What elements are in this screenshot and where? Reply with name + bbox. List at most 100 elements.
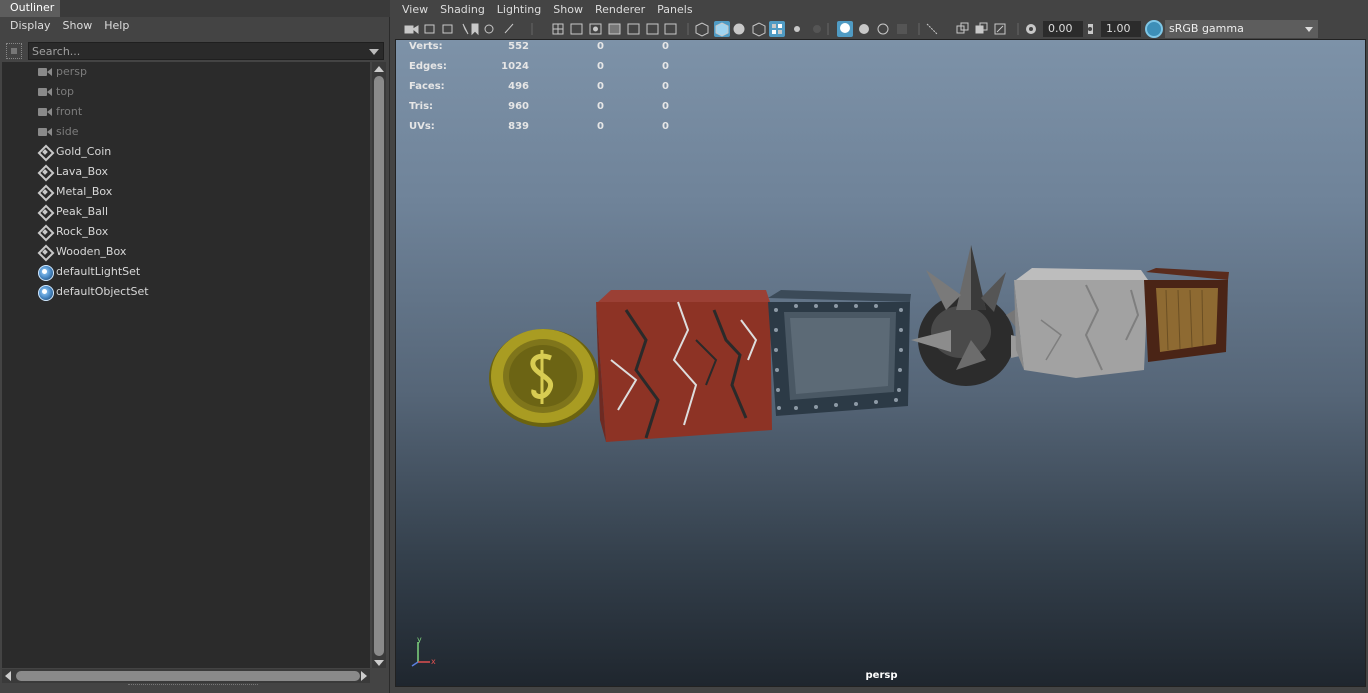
gamma-field[interactable]: 1.00 bbox=[1101, 21, 1141, 37]
menu-display[interactable]: Display bbox=[4, 17, 57, 37]
horizontal-scrollbar[interactable] bbox=[2, 669, 370, 683]
mesh-icon bbox=[38, 146, 52, 158]
menu-renderer[interactable]: Renderer bbox=[589, 0, 651, 19]
wooden-box-object[interactable] bbox=[1144, 268, 1229, 362]
wireframe-on-shaded-icon bbox=[752, 22, 766, 37]
camera-icon bbox=[38, 66, 52, 78]
outliner-item-label: Peak_Ball bbox=[56, 205, 109, 218]
bookmark-camera-icon bbox=[442, 24, 453, 34]
use-all-lights-icon bbox=[794, 26, 800, 32]
mesh-icon bbox=[38, 206, 52, 218]
image-plane-icon bbox=[462, 23, 469, 35]
outliner-item-label: defaultObjectSet bbox=[56, 285, 149, 298]
menu-view[interactable]: View bbox=[396, 0, 434, 19]
camera-icon bbox=[38, 86, 52, 98]
outliner-item-label: Rock_Box bbox=[56, 225, 109, 238]
menu-show[interactable]: Show bbox=[547, 0, 589, 19]
color-management-icon[interactable] bbox=[1145, 20, 1163, 38]
search-input[interactable] bbox=[32, 44, 352, 59]
panel-resize-handle[interactable] bbox=[128, 684, 258, 688]
search-box[interactable] bbox=[28, 42, 384, 60]
isolate-select-icon bbox=[926, 23, 938, 35]
lava-box-object[interactable] bbox=[596, 290, 772, 442]
scrollbar-thumb[interactable] bbox=[16, 671, 360, 681]
scroll-up-icon[interactable] bbox=[374, 66, 384, 72]
outliner-item-lava-box[interactable]: Lava_Box bbox=[2, 162, 370, 182]
outliner-tab[interactable]: Outliner bbox=[0, 0, 60, 17]
wireframe-icon bbox=[695, 22, 709, 37]
shadows-icon bbox=[813, 25, 821, 33]
mesh-icon bbox=[38, 186, 52, 198]
mesh-icon bbox=[38, 226, 52, 238]
outliner-item-side[interactable]: side bbox=[2, 122, 370, 142]
outliner-item-rock-box[interactable]: Rock_Box bbox=[2, 222, 370, 242]
select-camera-icon bbox=[404, 25, 414, 34]
chevron-down-icon[interactable] bbox=[1305, 27, 1313, 32]
outliner-item-default-light-set[interactable]: defaultLightSet bbox=[2, 262, 370, 282]
default-material-icon bbox=[733, 23, 745, 35]
safe-action-icon bbox=[646, 23, 659, 35]
outliner-item-label: Wooden_Box bbox=[56, 245, 127, 258]
scroll-right-icon[interactable] bbox=[361, 671, 367, 681]
film-gate-icon bbox=[570, 23, 583, 35]
outliner-item-label: side bbox=[56, 125, 79, 138]
3d-viewport[interactable]: Verts: 552 0 0 Edges: 1024 0 0 Faces: 49… bbox=[395, 39, 1366, 687]
axis-y-label: y bbox=[417, 636, 422, 644]
grease-pencil-icon bbox=[504, 23, 514, 34]
set-icon bbox=[38, 285, 54, 301]
outliner-item-front[interactable]: front bbox=[2, 102, 370, 122]
field-chart-icon bbox=[627, 23, 640, 35]
gate-mask-icon bbox=[608, 23, 621, 35]
outliner-item-gold-coin[interactable]: Gold_Coin bbox=[2, 142, 370, 162]
outliner-item-label: Lava_Box bbox=[56, 165, 109, 178]
outliner-item-label: top bbox=[56, 85, 75, 98]
menu-shading[interactable]: Shading bbox=[434, 0, 491, 19]
2d-pan-zoom-icon bbox=[484, 24, 494, 34]
outliner-item-label: Metal_Box bbox=[56, 185, 113, 198]
camera-name-label: persp bbox=[865, 670, 898, 681]
viewport-toolbar: 0.00 1.00 sRGB gamma bbox=[392, 19, 1368, 39]
outliner-tree: persp top front side Gold_Coin Lava_Box … bbox=[2, 62, 370, 668]
outliner-item-label: Gold_Coin bbox=[56, 145, 112, 158]
outliner-panel: Outliner Display Show Help persp top fro… bbox=[0, 0, 390, 693]
outliner-item-default-object-set[interactable]: defaultObjectSet bbox=[2, 282, 370, 302]
metal-box-object[interactable] bbox=[768, 290, 911, 416]
filter-icon[interactable] bbox=[6, 43, 22, 59]
camera-attributes-icon bbox=[424, 24, 435, 34]
vertical-scrollbar[interactable] bbox=[372, 62, 386, 668]
outliner-item-peak-ball[interactable]: Peak_Ball bbox=[2, 202, 370, 222]
view-transform-select[interactable]: sRGB gamma bbox=[1165, 20, 1318, 38]
camera-icon bbox=[38, 126, 52, 138]
mesh-icon bbox=[38, 166, 52, 178]
screen-space-ao-icon bbox=[840, 23, 850, 33]
camera-lens-icon bbox=[412, 25, 419, 35]
depth-of-field-icon bbox=[897, 24, 907, 34]
axis-gizmo: y x bbox=[411, 636, 436, 667]
chevron-down-icon[interactable] bbox=[369, 49, 379, 55]
textured-icon bbox=[772, 24, 776, 28]
menu-panels[interactable]: Panels bbox=[651, 0, 698, 19]
menu-show[interactable]: Show bbox=[57, 17, 99, 37]
exposure-field[interactable]: 0.00 bbox=[1043, 21, 1083, 37]
bookmark-icon bbox=[471, 23, 479, 36]
smooth-shade-icon bbox=[715, 22, 729, 37]
menu-help[interactable]: Help bbox=[98, 17, 135, 37]
outliner-item-top[interactable]: top bbox=[2, 82, 370, 102]
outliner-item-wooden-box[interactable]: Wooden_Box bbox=[2, 242, 370, 262]
viewport-menu-bar: View Shading Lighting Show Renderer Pane… bbox=[392, 0, 1368, 19]
outliner-item-persp[interactable]: persp bbox=[2, 62, 370, 82]
outliner-item-label: defaultLightSet bbox=[56, 265, 141, 278]
scrollbar-thumb[interactable] bbox=[374, 76, 384, 656]
menu-lighting[interactable]: Lighting bbox=[491, 0, 547, 19]
outliner-item-metal-box[interactable]: Metal_Box bbox=[2, 182, 370, 202]
scroll-down-icon[interactable] bbox=[374, 660, 384, 666]
set-icon bbox=[38, 265, 54, 281]
outliner-item-label: persp bbox=[56, 65, 87, 78]
viewport-panel: View Shading Lighting Show Renderer Pane… bbox=[392, 0, 1368, 693]
gold-coin-object[interactable] bbox=[489, 329, 599, 427]
safe-title-icon bbox=[664, 23, 677, 35]
outliner-item-label: front bbox=[56, 105, 83, 118]
rock-box-object[interactable] bbox=[1014, 268, 1148, 378]
scroll-left-icon[interactable] bbox=[5, 671, 11, 681]
scene-render bbox=[489, 245, 1229, 442]
